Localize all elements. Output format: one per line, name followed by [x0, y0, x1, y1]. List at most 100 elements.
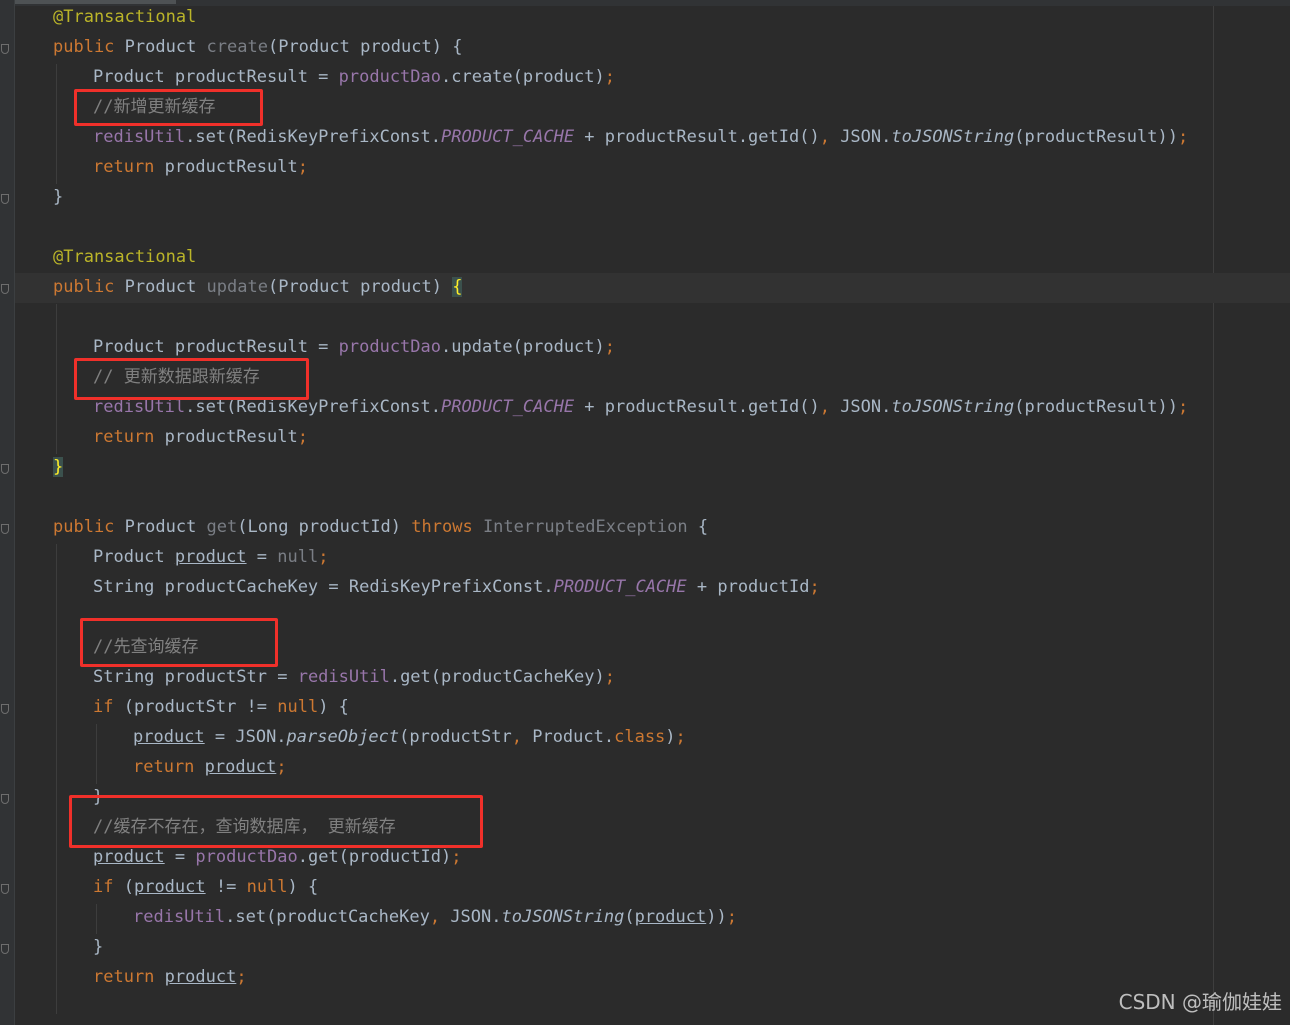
code-line[interactable]: public Product create(Product product) { — [53, 32, 462, 62]
code-token: (Product product) — [267, 277, 453, 297]
fold-icon[interactable] — [1, 44, 9, 54]
code-token: productResult — [154, 427, 298, 447]
code-token: , — [819, 397, 841, 417]
code-token: ; — [451, 847, 462, 867]
code-token: + productResult.getId() — [574, 397, 820, 417]
code-token: if — [93, 877, 114, 897]
code-token: productDao — [195, 847, 298, 867]
code-token: + productId — [686, 577, 810, 597]
code-token: product — [133, 877, 206, 897]
code-token: product — [164, 967, 237, 987]
fold-icon[interactable] — [1, 464, 9, 474]
code-token: redisUtil — [93, 397, 186, 417]
fold-icon[interactable] — [1, 194, 9, 204]
code-token: String productStr = — [93, 667, 298, 687]
fold-icon[interactable] — [1, 794, 9, 804]
code-line[interactable]: return productResult; — [93, 422, 308, 452]
code-line[interactable]: redisUtil.set(productCacheKey, JSON.toJS… — [133, 902, 737, 932]
code-token: ) { — [287, 877, 319, 897]
code-line[interactable]: if (product != null) { — [93, 872, 318, 902]
code-token: redisUtil — [133, 907, 226, 927]
code-token: ; — [604, 67, 616, 87]
code-token: } — [53, 457, 64, 477]
code-line[interactable]: } — [53, 452, 64, 482]
code-token: .set(RedisKeyPrefixConst. — [185, 127, 441, 147]
code-token: (Product product) { — [267, 37, 463, 57]
code-token: return — [133, 757, 195, 777]
fold-icon[interactable] — [1, 704, 9, 714]
code-token: (productStr != — [113, 697, 278, 717]
code-token: null — [246, 877, 288, 897]
code-token: toJSONString — [891, 397, 1015, 417]
code-token: ; — [1177, 127, 1189, 147]
code-token: ; — [809, 577, 820, 597]
code-token: .get(productId) — [297, 847, 452, 867]
code-token: )) — [706, 907, 727, 927]
code-token: public — [53, 277, 115, 297]
code-token: return — [93, 967, 155, 987]
code-token: create — [206, 37, 268, 57]
code-line[interactable]: @Transactional — [53, 2, 196, 32]
code-line[interactable]: return productResult; — [93, 152, 308, 182]
code-token: update — [206, 277, 268, 297]
code-token: , — [819, 127, 841, 147]
code-token: Product — [114, 517, 207, 537]
editor-gutter — [0, 0, 15, 1025]
code-token: JSON. — [840, 127, 892, 147]
code-token: .create(product) — [441, 67, 605, 87]
code-token: return — [93, 157, 155, 177]
fold-icon[interactable] — [1, 944, 9, 954]
indent-guide — [56, 304, 57, 454]
code-line[interactable]: return product; — [133, 752, 287, 782]
code-token: ; — [1177, 397, 1189, 417]
code-token: .get(productCacheKey) — [389, 667, 605, 687]
code-token: get — [206, 517, 238, 537]
code-token: Product — [114, 37, 207, 57]
fold-icon[interactable] — [1, 524, 9, 534]
code-token: @Transactional — [53, 247, 197, 267]
code-token: = — [164, 847, 196, 867]
highlight-box-fallback-comment — [69, 795, 483, 848]
right-margin-guide — [1213, 6, 1214, 1025]
code-token: + productResult.getId() — [574, 127, 820, 147]
code-token: = — [246, 547, 278, 567]
indent-guide — [56, 64, 57, 184]
code-token: ; — [726, 907, 737, 927]
code-token: ; — [297, 157, 308, 177]
code-line[interactable]: Product productResult = productDao.creat… — [93, 62, 615, 92]
code-line[interactable]: return product; — [93, 962, 247, 992]
code-token: class — [614, 727, 666, 747]
code-token: } — [53, 187, 64, 207]
code-line[interactable]: Product product = null; — [93, 542, 328, 572]
code-line[interactable]: redisUtil.set(RedisKeyPrefixConst.PRODUC… — [93, 122, 1188, 152]
code-line[interactable]: public Product get(Long productId) throw… — [53, 512, 708, 542]
code-token: PRODUCT_CACHE — [553, 577, 687, 597]
code-line[interactable]: } — [93, 932, 103, 962]
code-line[interactable]: @Transactional — [53, 242, 196, 272]
code-token: public — [53, 37, 115, 57]
code-token: toJSONString — [891, 127, 1015, 147]
code-token: if — [93, 697, 114, 717]
code-token: { — [452, 277, 463, 297]
fold-icon[interactable] — [1, 284, 9, 294]
code-token: productResult — [154, 157, 298, 177]
code-line[interactable]: product = JSON.parseObject(productStr, P… — [133, 722, 686, 752]
code-line[interactable]: } — [53, 182, 63, 212]
code-token: product — [93, 847, 165, 867]
indent-guide — [96, 904, 97, 934]
code-token: != — [205, 877, 247, 897]
code-line[interactable]: public Product update(Product product) { — [53, 272, 463, 302]
code-token: throws — [411, 517, 473, 537]
code-token: , — [511, 727, 533, 747]
code-token: product — [634, 907, 707, 927]
code-token: parseObject — [286, 727, 400, 747]
highlight-box-query-comment — [80, 618, 278, 667]
code-line[interactable]: String productCacheKey = RedisKeyPrefixC… — [93, 572, 820, 602]
code-line[interactable]: if (productStr != null) { — [93, 692, 349, 722]
fold-icon[interactable] — [1, 884, 9, 894]
code-token: ; — [675, 727, 686, 747]
code-token: ) { — [318, 697, 349, 717]
code-token: productDao — [338, 337, 441, 357]
code-token: Product productResult = — [93, 67, 339, 87]
